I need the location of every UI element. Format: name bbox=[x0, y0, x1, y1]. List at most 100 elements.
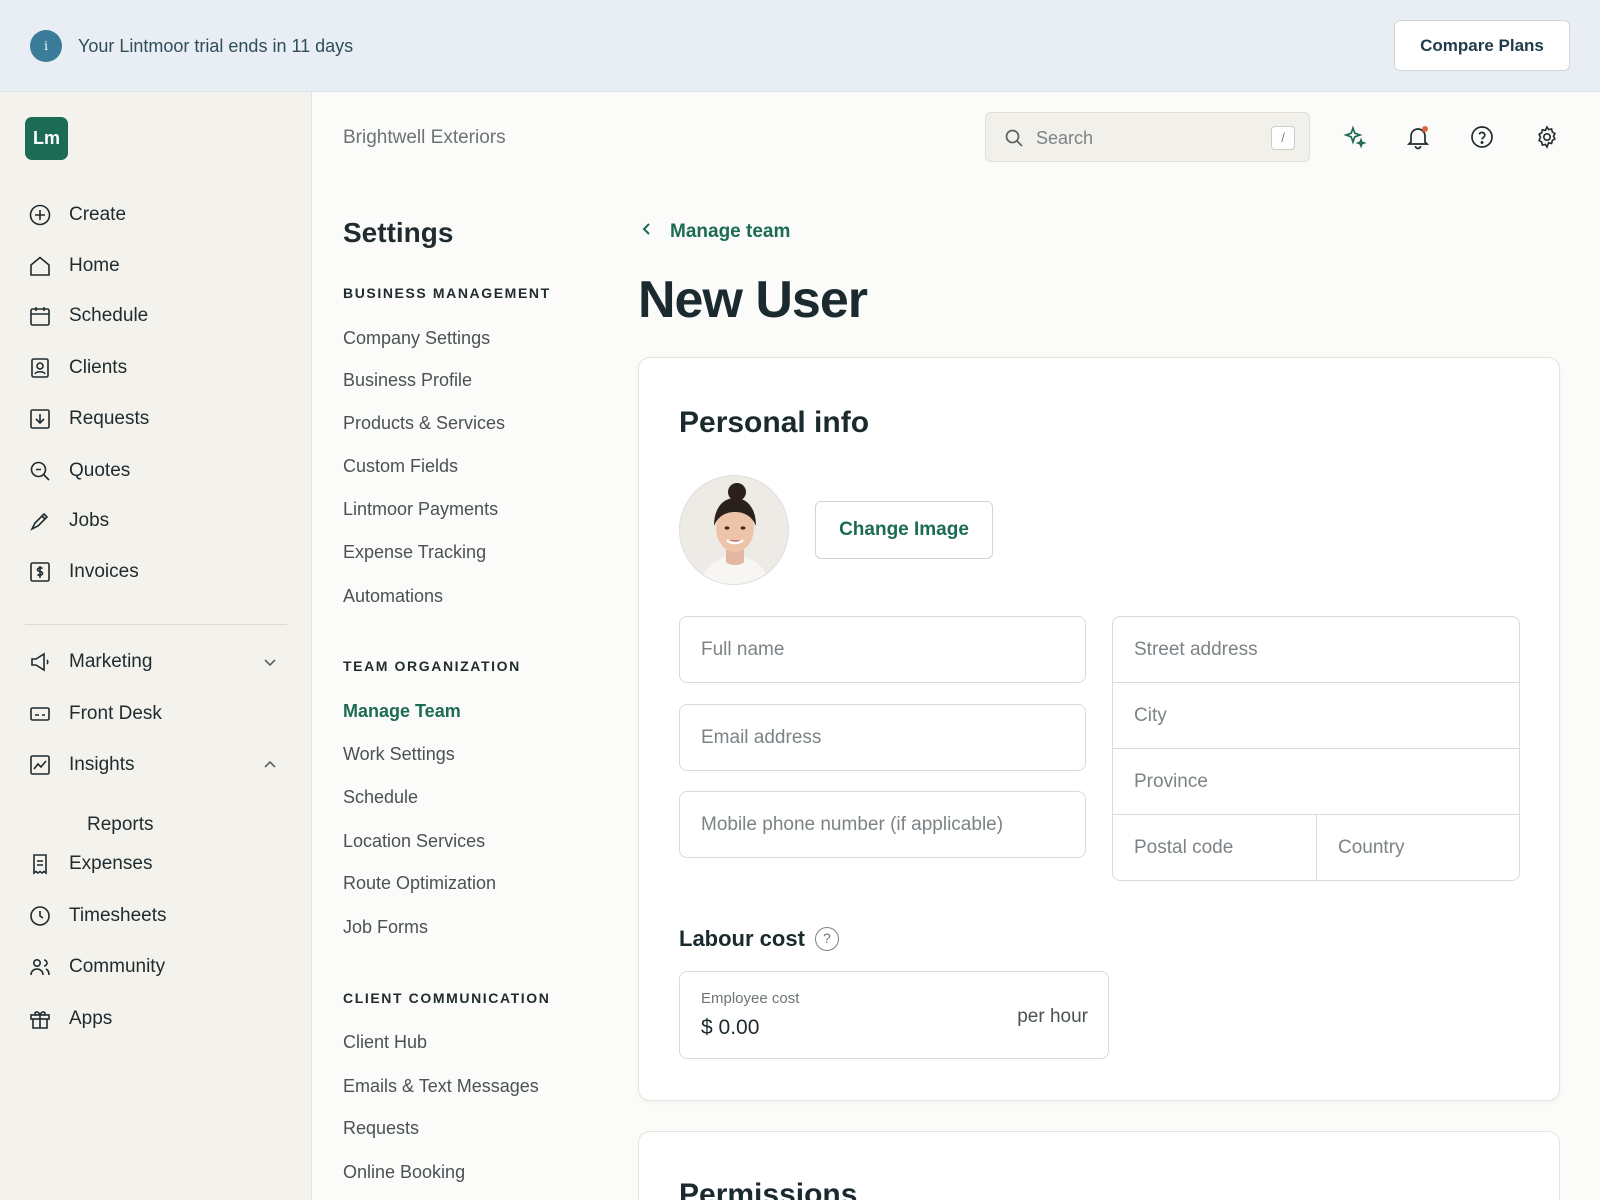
help-icon[interactable] bbox=[1469, 124, 1495, 150]
settings-link-automations[interactable]: Automations bbox=[343, 586, 443, 607]
page-title: New User bbox=[638, 271, 868, 329]
gear-icon[interactable] bbox=[1534, 124, 1560, 150]
sidebar-item-label: Invoices bbox=[69, 561, 139, 582]
labour-cost-heading: Labour cost ? bbox=[679, 926, 839, 952]
email-field[interactable]: Email address bbox=[679, 704, 1086, 771]
clock-icon bbox=[28, 904, 52, 928]
people-icon bbox=[28, 955, 52, 979]
sidebar-item-label: Marketing bbox=[69, 651, 153, 672]
compare-plans-button[interactable]: Compare Plans bbox=[1394, 20, 1570, 71]
city-placeholder: City bbox=[1134, 705, 1167, 726]
settings-section-business: BUSINESS MANAGEMENT bbox=[343, 285, 551, 301]
full-name-field[interactable]: Full name bbox=[679, 616, 1086, 683]
sidebar-item-label: Jobs bbox=[69, 510, 110, 531]
country-field[interactable]: Country bbox=[1317, 815, 1519, 881]
sidebar-item-requests[interactable]: Requests bbox=[28, 401, 290, 437]
sidebar-item-label: Timesheets bbox=[69, 905, 167, 926]
city-field[interactable]: City bbox=[1113, 683, 1519, 749]
sidebar-item-label: Requests bbox=[69, 408, 150, 429]
search-shortcut-key: / bbox=[1271, 126, 1295, 150]
sidebar-item-label: Home bbox=[69, 255, 120, 276]
sidebar-item-label: Create bbox=[69, 204, 127, 225]
settings-link-work-settings[interactable]: Work Settings bbox=[343, 744, 455, 765]
sparkle-ai-icon[interactable] bbox=[1342, 124, 1368, 150]
mobile-phone-field[interactable]: Mobile phone number (if applicable) bbox=[679, 791, 1086, 858]
sidebar-item-timesheets[interactable]: Timesheets bbox=[28, 898, 290, 934]
settings-link-products-services[interactable]: Products & Services bbox=[343, 413, 505, 434]
address-group: Street address City Province Postal code… bbox=[1112, 616, 1520, 881]
sidebar-item-label: Front Desk bbox=[69, 703, 162, 724]
settings-link-route-optimization[interactable]: Route Optimization bbox=[343, 873, 496, 894]
street-address-placeholder: Street address bbox=[1134, 639, 1258, 660]
settings-link-emails-texts[interactable]: Emails & Text Messages bbox=[343, 1076, 539, 1097]
sidebar-item-marketing[interactable]: Marketing bbox=[28, 644, 290, 680]
sidebar-item-clients[interactable]: Clients bbox=[28, 350, 290, 386]
search-placeholder: Search bbox=[1036, 128, 1094, 148]
settings-link-requests[interactable]: Requests bbox=[343, 1118, 419, 1139]
personal-info-title: Personal info bbox=[679, 406, 870, 439]
street-address-field[interactable]: Street address bbox=[1113, 617, 1519, 683]
province-field[interactable]: Province bbox=[1113, 749, 1519, 815]
settings-link-schedule[interactable]: Schedule bbox=[343, 787, 418, 808]
back-link[interactable]: Manage team bbox=[638, 220, 790, 243]
sidebar-item-label: Insights bbox=[69, 754, 135, 775]
sidebar-item-insights[interactable]: Insights bbox=[28, 747, 290, 783]
trial-banner-text: Your Lintmoor trial ends in 11 days bbox=[78, 36, 354, 56]
settings-section-team: TEAM ORGANIZATION bbox=[343, 658, 521, 674]
permissions-card: Permissions bbox=[638, 1131, 1560, 1200]
sidebar-item-front-desk[interactable]: Front Desk bbox=[28, 696, 290, 732]
sidebar-item-jobs[interactable]: Jobs bbox=[28, 503, 290, 539]
sidebar-item-label: Clients bbox=[69, 357, 128, 378]
plus-circle-icon bbox=[28, 203, 52, 227]
front-desk-icon bbox=[28, 702, 52, 726]
sidebar-item-community[interactable]: Community bbox=[28, 949, 290, 985]
sidebar-item-invoices[interactable]: Invoices bbox=[28, 554, 290, 590]
app-logo[interactable]: Lm bbox=[25, 117, 68, 160]
settings-link-manage-team[interactable]: Manage Team bbox=[343, 701, 461, 722]
sidebar: Lm Create Home Schedule Clients Requests… bbox=[0, 92, 312, 1200]
company-name: Brightwell Exteriors bbox=[343, 127, 506, 148]
settings-link-expense-tracking[interactable]: Expense Tracking bbox=[343, 542, 486, 563]
settings-link-business-profile[interactable]: Business Profile bbox=[343, 370, 472, 391]
employee-cost-unit: per hour bbox=[1017, 1006, 1088, 1027]
employee-cost-field[interactable]: Employee cost $ 0.00 per hour bbox=[679, 971, 1109, 1059]
full-name-placeholder: Full name bbox=[701, 639, 785, 660]
settings-link-location-services[interactable]: Location Services bbox=[343, 831, 485, 852]
receipt-icon bbox=[28, 852, 52, 876]
postal-code-placeholder: Postal code bbox=[1134, 837, 1234, 858]
contact-card-icon bbox=[28, 356, 52, 380]
sidebar-item-schedule[interactable]: Schedule bbox=[28, 298, 290, 334]
sidebar-item-apps[interactable]: Apps bbox=[28, 1001, 290, 1037]
mobile-phone-placeholder: Mobile phone number (if applicable) bbox=[701, 814, 1004, 835]
sidebar-item-reports[interactable]: Reports bbox=[87, 814, 154, 836]
sidebar-divider bbox=[25, 624, 287, 625]
chevron-down-icon[interactable] bbox=[260, 652, 280, 672]
settings-link-online-booking[interactable]: Online Booking bbox=[343, 1162, 465, 1183]
notification-bell-icon[interactable] bbox=[1405, 124, 1431, 150]
help-question-icon[interactable]: ? bbox=[814, 927, 839, 951]
postal-code-field[interactable]: Postal code bbox=[1113, 815, 1317, 881]
permissions-title: Permissions bbox=[679, 1178, 858, 1200]
chevron-up-icon[interactable] bbox=[260, 755, 280, 775]
settings-link-custom-fields[interactable]: Custom Fields bbox=[343, 456, 458, 477]
chart-icon bbox=[28, 753, 52, 777]
settings-link-payments[interactable]: Lintmoor Payments bbox=[343, 499, 498, 520]
employee-cost-value: $ 0.00 bbox=[701, 1016, 760, 1039]
settings-link-job-forms[interactable]: Job Forms bbox=[343, 917, 428, 938]
sidebar-item-expenses[interactable]: Expenses bbox=[28, 846, 290, 882]
chevron-left-icon bbox=[638, 220, 656, 243]
settings-link-company-settings[interactable]: Company Settings bbox=[343, 328, 490, 349]
search-icon bbox=[1004, 128, 1024, 153]
sidebar-item-create[interactable]: Create bbox=[28, 197, 290, 233]
change-image-button[interactable]: Change Image bbox=[815, 501, 993, 559]
megaphone-icon bbox=[28, 650, 52, 674]
settings-link-client-hub[interactable]: Client Hub bbox=[343, 1032, 427, 1053]
sidebar-item-quotes[interactable]: Quotes bbox=[28, 453, 290, 489]
settings-section-client-communication: CLIENT COMMUNICATION bbox=[343, 990, 551, 1006]
personal-info-card: Personal info Change Image Full name Ema… bbox=[638, 357, 1560, 1101]
employee-cost-label: Employee cost bbox=[701, 990, 800, 1007]
search-input[interactable]: Search / bbox=[985, 112, 1310, 162]
sidebar-item-home[interactable]: Home bbox=[28, 248, 290, 284]
gift-icon bbox=[28, 1007, 52, 1031]
labour-cost-title: Labour cost bbox=[679, 926, 805, 951]
